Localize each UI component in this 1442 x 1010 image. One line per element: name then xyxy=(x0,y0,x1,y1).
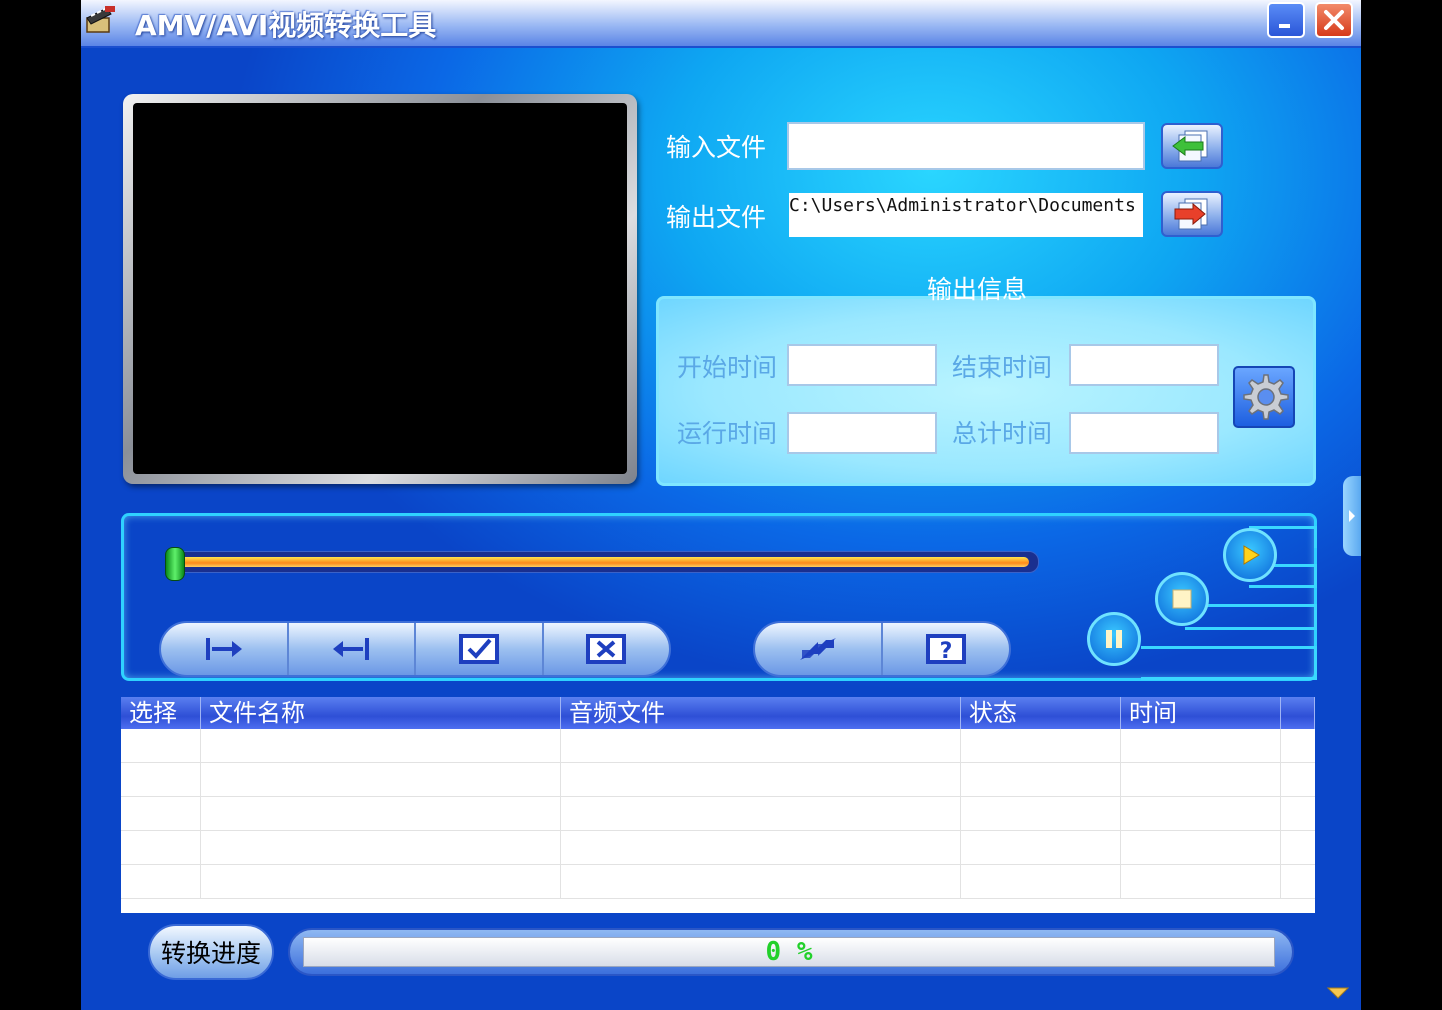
table-cell xyxy=(561,729,961,762)
chevron-right-icon xyxy=(1349,510,1355,522)
input-file-label: 输入文件 xyxy=(666,133,767,162)
convert-button[interactable] xyxy=(755,623,883,675)
column-header[interactable]: 状态 xyxy=(961,697,1121,729)
column-header[interactable]: 选择 xyxy=(121,697,201,729)
import-file-icon xyxy=(1172,130,1208,162)
table-cell xyxy=(1121,865,1281,898)
run-time-label: 运行时间 xyxy=(677,419,778,448)
mark-in-icon xyxy=(205,638,242,660)
video-preview xyxy=(123,94,637,484)
table-row[interactable] xyxy=(121,865,1315,899)
table-cell xyxy=(561,797,961,830)
export-file-button[interactable] xyxy=(1161,191,1223,237)
table-cell xyxy=(561,831,961,864)
table-cell xyxy=(1121,831,1281,864)
progress-bar: 0 % xyxy=(303,937,1275,967)
start-time-label: 开始时间 xyxy=(677,353,778,382)
action-button-group: ? xyxy=(753,621,1011,677)
table-cell xyxy=(961,865,1121,898)
triangle-down-icon[interactable] xyxy=(1327,986,1349,1000)
table-cell xyxy=(201,729,561,762)
table-cell xyxy=(561,763,961,796)
check-all-button[interactable] xyxy=(416,623,544,675)
table-cell xyxy=(201,763,561,796)
table-cell xyxy=(961,729,1121,762)
table-cell xyxy=(121,797,201,830)
end-time-label: 结束时间 xyxy=(952,353,1053,382)
window-title: AMV/AVI视频转换工具 xyxy=(135,9,437,42)
title-bar[interactable]: AMV/AVI视频转换工具 xyxy=(81,0,1361,48)
table-row[interactable] xyxy=(121,797,1315,831)
close-button[interactable] xyxy=(1315,2,1353,38)
column-header[interactable]: 时间 xyxy=(1121,697,1281,729)
app-window: AMV/AVI视频转换工具 输入文件 输出文件 C:\Users\Adminis… xyxy=(81,0,1361,1010)
help-icon: ? xyxy=(926,634,966,664)
table-cell xyxy=(1121,763,1281,796)
column-header[interactable]: 音频文件 xyxy=(561,697,961,729)
checkbox-check-icon xyxy=(458,634,499,664)
close-icon xyxy=(1324,10,1344,30)
seek-fill xyxy=(177,557,1029,567)
input-file-field[interactable] xyxy=(787,122,1145,170)
export-file-icon xyxy=(1174,198,1208,230)
column-header[interactable]: 文件名称 xyxy=(201,697,561,729)
output-info-panel xyxy=(656,296,1316,486)
mark-in-button[interactable] xyxy=(161,623,289,675)
table-cell xyxy=(201,797,561,830)
output-file-field[interactable]: C:\Users\Administrator\Documents xyxy=(789,193,1143,237)
table-cell xyxy=(961,797,1121,830)
run-time-field[interactable] xyxy=(787,412,937,454)
minimize-button[interactable] xyxy=(1267,2,1305,38)
stop-button[interactable] xyxy=(1155,572,1209,626)
table-cell xyxy=(561,865,961,898)
start-time-field[interactable] xyxy=(787,344,937,386)
table-row[interactable] xyxy=(121,763,1315,797)
end-time-field[interactable] xyxy=(1069,344,1219,386)
table-cell xyxy=(1121,797,1281,830)
svg-text:?: ? xyxy=(940,639,953,664)
decor-wire-4 xyxy=(1141,646,1317,680)
table-cell xyxy=(201,865,561,898)
table-header: 选择 文件名称 音频文件 状态 时间 xyxy=(121,697,1315,729)
file-table[interactable]: 选择 文件名称 音频文件 状态 时间 xyxy=(121,697,1315,913)
settings-button[interactable] xyxy=(1233,366,1295,428)
output-file-label: 输出文件 xyxy=(666,203,767,232)
table-cell xyxy=(121,729,201,762)
progress-label-button[interactable]: 转换进度 xyxy=(148,924,274,980)
stop-icon xyxy=(1172,589,1192,609)
total-time-field[interactable] xyxy=(1069,412,1219,454)
table-cell xyxy=(961,831,1121,864)
table-cell xyxy=(961,763,1121,796)
mark-out-button[interactable] xyxy=(289,623,416,675)
table-cell xyxy=(121,763,201,796)
column-header-filler xyxy=(1281,697,1315,729)
gear-icon xyxy=(1243,374,1289,420)
video-screen xyxy=(133,103,627,474)
table-cell xyxy=(121,831,201,864)
side-expand-tab[interactable] xyxy=(1343,476,1361,556)
seek-handle[interactable] xyxy=(165,547,185,581)
pause-button[interactable] xyxy=(1087,612,1141,666)
play-button[interactable] xyxy=(1223,528,1277,582)
help-button[interactable]: ? xyxy=(883,623,1009,675)
table-cell xyxy=(121,865,201,898)
table-row[interactable] xyxy=(121,729,1315,763)
app-icon xyxy=(86,6,115,33)
edit-button-group xyxy=(159,621,671,677)
output-info-title: 输出信息 xyxy=(927,275,1028,304)
pause-icon xyxy=(1106,630,1122,648)
import-file-button[interactable] xyxy=(1161,123,1223,169)
table-row[interactable] xyxy=(121,831,1315,865)
checkbox-x-icon xyxy=(586,634,627,664)
remove-button[interactable] xyxy=(544,623,670,675)
mark-out-icon xyxy=(333,638,370,660)
total-time-label: 总计时间 xyxy=(952,419,1053,448)
table-cell xyxy=(201,831,561,864)
convert-arrows-icon xyxy=(800,638,836,660)
minimize-icon xyxy=(1279,24,1290,28)
progress-percent: 0 % xyxy=(765,937,813,967)
table-cell xyxy=(1121,729,1281,762)
play-icon xyxy=(1243,545,1260,565)
